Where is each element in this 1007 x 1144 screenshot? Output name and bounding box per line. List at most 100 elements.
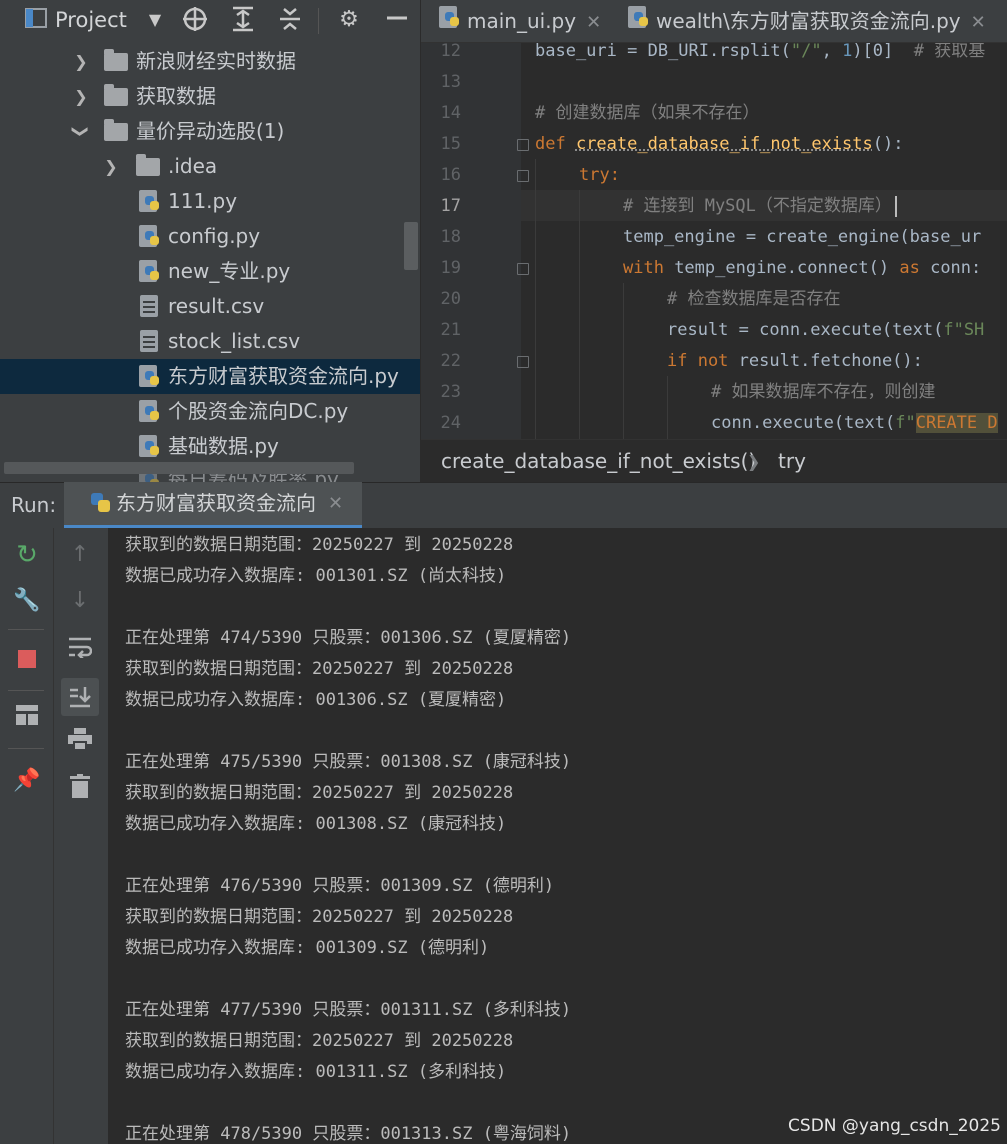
chevron-right-icon: ❯ [747,452,761,471]
fold-marker-icon[interactable] [517,263,529,275]
tree-item-file[interactable]: stock_list.csv [0,324,420,359]
csv-file-icon [140,295,158,317]
indent-guide [623,283,624,439]
fold-marker-icon[interactable] [517,170,529,182]
rerun-icon[interactable]: ↻ [12,540,42,570]
trash-icon[interactable] [65,774,95,804]
line-number: 16 [440,165,461,185]
tree-item-file[interactable]: config.py [0,219,420,254]
tree-item-label: 基础数据.py [168,434,279,458]
line-number: 14 [440,103,461,123]
python-file-icon [628,6,650,30]
tree-item-file[interactable]: 基础数据.py [0,429,420,464]
line-number: 19 [440,258,461,278]
python-file-icon [439,6,461,30]
run-label: Run: [11,493,57,517]
run-tab[interactable]: 东方财富获取资金流向 ✕ [64,482,362,528]
console-line: 正在处理第 474/5390 只股票：001306.SZ (夏厦精密) [125,628,572,648]
tree-item-label: 111.py [168,189,238,213]
run-tab-label: 东方财富获取资金流向 [116,491,316,515]
editor-tab-bar: main_ui.py ✕ wealth\东方财富获取资金流向.py ✕ [421,0,1007,43]
tree-item-file[interactable]: 个股资金流向DC.py [0,394,420,429]
console-line: 正在处理第 477/5390 只股票：001311.SZ (多利科技) [125,1000,572,1020]
code-comment: # 如果数据库不存在，则创建 [711,382,936,402]
indent-guide [579,190,580,439]
code-comment: # 连接到 MySQL（不指定数据库） [623,191,897,222]
tree-item-file[interactable]: result.csv [0,289,420,324]
close-icon[interactable]: ✕ [328,482,343,525]
chevron-right-icon[interactable]: ❯ [72,44,90,79]
line-number: 13 [440,72,461,92]
locate-target-icon[interactable] [182,6,208,34]
dropdown-arrow-icon[interactable]: ▼ [143,6,167,34]
down-arrow-icon[interactable]: ↓ [65,586,95,616]
toolbar-separator [8,690,44,691]
indent-guide [667,376,668,439]
pin-icon[interactable]: 📌 [12,766,42,796]
tree-item-file[interactable]: new_专业.py [0,254,420,289]
expand-all-icon[interactable] [230,6,256,34]
python-file-icon [139,225,161,249]
tree-item-folder[interactable]: ❯ 量价异动选股(1) [0,114,420,149]
code-editor[interactable]: 12 13 14 15 16 17 18 19 20 21 22 23 24 b… [421,43,1007,439]
folder-icon [136,154,160,176]
breadcrumb: create_database_if_not_exists() ❯ try [421,439,1007,483]
tree-item-label: config.py [168,224,261,248]
tree-item-label: .idea [168,154,218,178]
project-title[interactable]: Project [55,0,127,40]
python-file-icon [139,260,161,284]
tree-item-folder[interactable]: ❯ 新浪财经实时数据 [0,44,420,79]
fold-marker-icon[interactable] [517,356,529,368]
csv-file-icon [140,330,158,352]
breadcrumb-item[interactable]: try [778,440,806,483]
wrench-icon[interactable]: 🔧 [12,586,42,616]
horizontal-scrollbar[interactable] [4,462,354,474]
breadcrumb-item[interactable]: create_database_if_not_exists() [441,440,756,483]
tree-item-folder[interactable]: ❯ 获取数据 [0,79,420,114]
console-line: 获取到的数据日期范围：20250227 到 20250228 [125,535,514,555]
tab-wealth[interactable]: wealth\东方财富获取资金流向.py ✕ [628,0,986,42]
gear-icon[interactable]: ⚙ [336,6,362,34]
line-number: 22 [440,351,461,371]
print-icon[interactable] [65,728,95,758]
code-comment: # 检查数据库是否存在 [667,289,841,309]
tree-item-folder[interactable]: ❯ .idea [0,149,420,184]
console-line: 获取到的数据日期范围：20250227 到 20250228 [125,1031,514,1051]
layout-icon[interactable] [12,704,42,734]
console-line: 数据已成功存入数据库: 001301.SZ (尚太科技) [125,566,507,586]
fold-marker-icon[interactable] [517,139,529,151]
project-panel: Project ▼ ⚙ ❯ 新浪财经实时数据 ❯ 获取数据 ❯ 量价异动选股(1… [0,0,420,482]
soft-wrap-icon[interactable] [65,636,95,666]
tab-main-ui[interactable]: main_ui.py ✕ [439,0,601,42]
collapse-all-icon[interactable] [277,6,303,34]
chevron-right-icon[interactable]: ❯ [102,149,120,184]
close-icon[interactable]: ✕ [586,12,601,33]
console-output[interactable]: 获取到的数据日期范围：20250227 到 20250228 数据已成功存入数据… [108,528,1007,1144]
tree-item-label: result.csv [168,294,265,318]
tree-item-label: new_专业.py [168,259,291,283]
console-line: 正在处理第 476/5390 只股票：001309.SZ (德明利) [125,876,555,896]
chevron-down-icon[interactable]: ❯ [64,123,99,141]
tree-item-label: 新浪财经实时数据 [136,49,296,73]
chevron-right-icon[interactable]: ❯ [72,79,90,114]
stop-icon[interactable] [12,644,42,674]
console-line: 获取到的数据日期范围：20250227 到 20250228 [125,659,514,679]
close-icon[interactable]: ✕ [971,12,986,33]
tab-label: wealth\东方财富获取资金流向.py [656,9,961,33]
text-cursor [894,195,897,217]
tree-item-label: 量价异动选股(1) [136,119,285,143]
line-number: 21 [440,320,461,340]
tree-item-file-selected[interactable]: 东方财富获取资金流向.py [0,359,420,394]
scroll-to-end-icon[interactable] [61,678,99,716]
console-line: 正在处理第 478/5390 只股票：001313.SZ (粤海饲料) [125,1124,572,1144]
line-number: 18 [440,227,461,247]
tree-item-label: 获取数据 [136,84,216,108]
line-number-current: 17 [440,196,461,216]
console-line: 数据已成功存入数据库: 001309.SZ (德明利) [125,938,490,958]
python-icon [89,491,111,515]
minimize-icon[interactable] [384,6,410,34]
up-arrow-icon[interactable]: ↑ [65,540,95,570]
tree-item-file[interactable]: 111.py [0,184,420,219]
code-line: if not result.fetchone(): [667,351,923,371]
vertical-scrollbar[interactable] [404,222,418,270]
